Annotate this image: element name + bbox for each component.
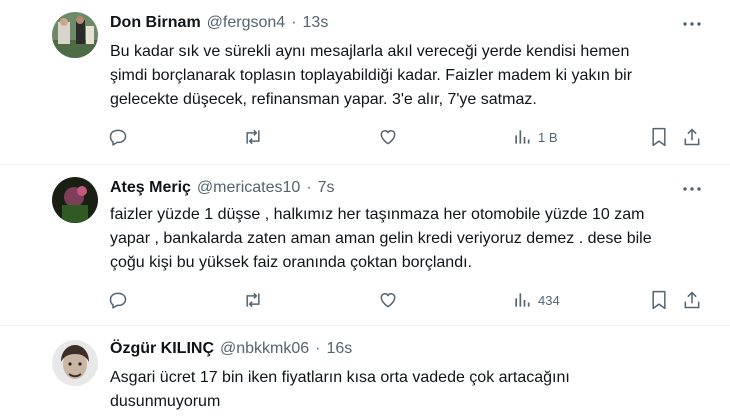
tweet-text: Asgari ücret 17 bin iken fiyatların kısa… [110,366,670,414]
share-icon [684,291,700,309]
timestamp[interactable]: 13s [303,14,329,32]
author-name[interactable]: Don Birnam [110,14,201,32]
share-button[interactable] [682,289,702,311]
tweet-actions: 434 [108,289,708,311]
tweet-2[interactable]: Ateş Meriç @mericates10 · 7s faizler yüz… [0,165,730,325]
bookmark-button[interactable] [650,289,668,311]
tweet-text-line: çoğu kişi bu yüksek faiz oranında çoktan… [110,254,472,271]
timestamp[interactable]: 16s [327,340,353,358]
author-name[interactable]: Özgür KILINÇ [110,340,214,358]
separator-dot: · [315,340,321,357]
like-icon [380,130,396,145]
author-handle[interactable]: @nbkkmk06 [220,340,309,358]
retweet-icon [246,129,260,145]
reply-icon [109,292,127,309]
more-options-icon[interactable] [682,179,702,199]
retweet-icon [246,292,260,308]
reply-button[interactable] [108,126,128,148]
separator-dot: · [291,14,297,31]
avatar[interactable] [52,177,98,223]
tweet-text-line: yapar , bankalarda zaten aman aman gelin… [110,230,652,247]
tweet-text: Bu kadar sık ve sürekli aynı mesajlarla … [110,40,670,112]
author-handle[interactable]: @mericates10 [197,179,300,197]
share-button[interactable] [682,126,702,148]
retweet-button[interactable] [242,126,264,148]
tweet-3[interactable]: Özgür KILINÇ @nbkkmk06 · 16s Asgari ücre… [0,326,730,420]
avatar[interactable] [52,340,98,386]
views-button[interactable]: 1 B [512,126,558,148]
retweet-button[interactable] [242,289,264,311]
views-icon [515,130,530,144]
timestamp[interactable]: 7s [318,179,335,197]
avatar[interactable] [52,12,98,58]
tweet-text: faizler yüzde 1 düşse , halkımız her taş… [110,203,670,275]
bookmark-button[interactable] [650,126,668,148]
more-options-icon[interactable] [682,14,702,34]
views-icon [515,293,530,307]
views-count: 1 B [538,129,558,145]
tweet-text-line: dusunmuyorum [110,393,221,410]
bookmark-icon [652,127,666,147]
tweet-1[interactable]: Don Birnam @fergson4 · 13s Bu kadar sık … [0,0,730,164]
reply-button[interactable] [108,289,128,311]
author-name[interactable]: Ateş Meriç [110,179,191,197]
separator-dot: · [306,179,312,196]
like-button[interactable] [378,289,398,311]
tweet-text-line: gelecekte düşecek, refinansman yapar. 3'… [110,91,537,108]
tweet-actions: 1 B [108,126,708,148]
tweet-text-line: şimdi borçlanarak toplasın toplayabildiğ… [110,67,633,84]
like-button[interactable] [378,126,398,148]
views-count: 434 [538,292,560,308]
like-icon [380,293,396,308]
share-icon [684,128,700,146]
reply-icon [109,129,127,146]
bookmark-icon [652,290,666,310]
tweet-text-line: Bu kadar sık ve sürekli aynı mesajlarla … [110,43,630,60]
tweet-text-line: Asgari ücret 17 bin iken fiyatların kısa… [110,369,570,386]
tweet-text-line: faizler yüzde 1 düşse , halkımız her taş… [110,206,645,223]
views-button[interactable]: 434 [512,289,560,311]
author-handle[interactable]: @fergson4 [207,14,286,32]
